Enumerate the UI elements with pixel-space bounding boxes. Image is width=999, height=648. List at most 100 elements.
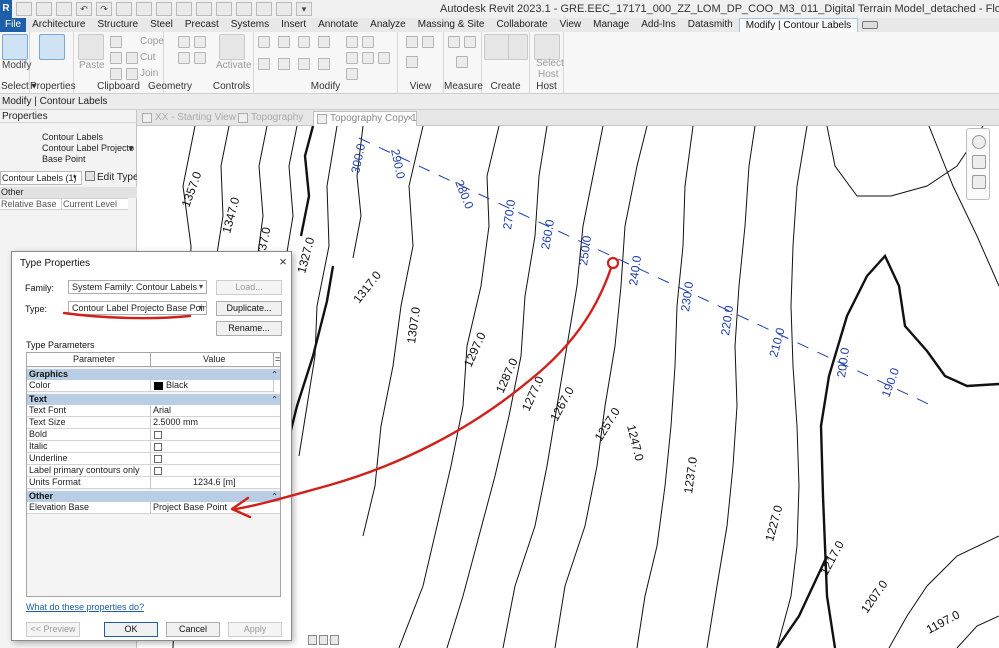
param-row-bold[interactable]: Bold: [27, 429, 280, 441]
align-icon[interactable]: [258, 36, 270, 48]
edit-type-button[interactable]: Edit Type: [85, 170, 139, 186]
view-tab-topography[interactable]: Topography: [235, 111, 313, 126]
paint-icon[interactable]: [178, 52, 190, 64]
underline-checkbox[interactable]: [154, 455, 162, 463]
tab-collaborate[interactable]: Collaborate: [490, 18, 553, 32]
property-group-other[interactable]: Other: [0, 187, 137, 198]
tab-structure[interactable]: Structure: [91, 18, 144, 32]
tab-steel[interactable]: Steel: [144, 18, 179, 32]
join-icon[interactable]: [126, 68, 138, 80]
tab-manage[interactable]: Manage: [587, 18, 635, 32]
property-row-relative-base[interactable]: Relative Base Current Level: [0, 198, 128, 210]
param-row-color[interactable]: Color Black: [27, 380, 280, 392]
tab-systems[interactable]: Systems: [225, 18, 275, 32]
column-header-extra[interactable]: =: [275, 353, 280, 366]
mirror-draw-icon[interactable]: [318, 36, 330, 48]
steering-wheel-icon[interactable]: [972, 135, 986, 149]
revit-logo[interactable]: R: [0, 0, 12, 18]
save-icon[interactable]: [36, 2, 52, 16]
wall-joins-icon[interactable]: [178, 36, 190, 48]
sync-icon[interactable]: [56, 2, 72, 16]
trim-icon[interactable]: [318, 58, 330, 70]
tab-precast[interactable]: Precast: [179, 18, 225, 32]
apply-button[interactable]: Apply: [228, 622, 282, 637]
hide-in-view-icon[interactable]: [406, 36, 418, 48]
cut-geometry-icon[interactable]: [126, 52, 138, 64]
aligned-dimension-icon[interactable]: [464, 36, 476, 48]
tab-annotate[interactable]: Annotate: [312, 18, 364, 32]
undo-icon[interactable]: ↶: [76, 2, 92, 16]
group-other[interactable]: Other ⌃: [27, 491, 280, 502]
tag-icon[interactable]: [156, 2, 172, 16]
print-icon[interactable]: [116, 2, 132, 16]
tab-architecture[interactable]: Architecture: [26, 18, 91, 32]
rename-button[interactable]: Rename...: [216, 321, 282, 336]
chevron-down-icon[interactable]: ▼: [127, 144, 135, 153]
open-icon[interactable]: [16, 2, 32, 16]
array-icon[interactable]: [362, 36, 374, 48]
panel-select-label[interactable]: Select ▾: [0, 81, 37, 92]
close-hidden-icon[interactable]: [256, 2, 272, 16]
thin-lines-icon[interactable]: [236, 2, 252, 16]
offset-icon[interactable]: [278, 36, 290, 48]
scale-icon[interactable]: [346, 52, 358, 64]
cancel-button[interactable]: Cancel: [166, 622, 220, 637]
tab-massing-site[interactable]: Massing & Site: [412, 18, 491, 32]
measure-distance-icon[interactable]: [448, 36, 460, 48]
param-row-units-format[interactable]: Units Format 1234.6 [m]: [27, 477, 280, 489]
visual-style-icon[interactable]: [319, 635, 328, 645]
create-similar-icon[interactable]: [508, 34, 528, 60]
units-format-button[interactable]: 1234.6 [m]: [193, 477, 236, 488]
tab-file[interactable]: File: [0, 18, 27, 32]
tab-insert[interactable]: Insert: [275, 18, 312, 32]
group-text[interactable]: Text ⌃: [27, 394, 280, 405]
load-button[interactable]: Load...: [216, 280, 282, 295]
tab-add-ins[interactable]: Add-Ins: [635, 18, 681, 32]
split-icon[interactable]: [346, 36, 358, 48]
instance-filter-dropdown[interactable]: Contour Labels (1) ▾: [0, 171, 82, 185]
properties-icon[interactable]: [39, 34, 65, 60]
spot-elevation-icon[interactable]: [456, 56, 468, 68]
tab-modify-contour-labels[interactable]: Modify | Contour Labels: [738, 18, 859, 32]
zoom-icon[interactable]: [972, 155, 986, 169]
override-graphics-icon[interactable]: [422, 36, 434, 48]
type-selector[interactable]: Contour Labels Contour Label Projecto Ba…: [0, 128, 137, 166]
3d-view-icon[interactable]: [196, 2, 212, 16]
activate-icon[interactable]: [219, 34, 245, 60]
linework-icon[interactable]: [406, 56, 418, 68]
column-header-parameter[interactable]: Parameter: [73, 353, 115, 366]
modify-icon[interactable]: [2, 34, 28, 60]
italic-checkbox[interactable]: [154, 443, 162, 451]
param-row-underline[interactable]: Underline: [27, 453, 280, 465]
param-row-italic[interactable]: Italic: [27, 441, 280, 453]
measure-icon[interactable]: [136, 2, 152, 16]
zoom-options-icon[interactable]: [972, 175, 986, 189]
type-dropdown[interactable]: Contour Label Projecto Base Point ▾: [68, 301, 207, 315]
mirror-axis-icon[interactable]: [298, 36, 310, 48]
scale-icon[interactable]: [308, 635, 317, 645]
demolish-icon[interactable]: [194, 52, 206, 64]
copy-icon[interactable]: [278, 58, 290, 70]
text-icon[interactable]: [176, 2, 192, 16]
close-icon[interactable]: ×: [407, 112, 413, 126]
delete-icon[interactable]: [346, 68, 358, 80]
view-tab-starting-view[interactable]: XX - Starting View: [139, 111, 236, 126]
column-header-value[interactable]: Value: [203, 353, 225, 366]
param-row-label-primary[interactable]: Label primary contours only: [27, 465, 280, 477]
group-graphics[interactable]: Graphics ⌃: [27, 369, 280, 380]
param-row-text-font[interactable]: Text Font Arial: [27, 405, 280, 417]
paste-icon[interactable]: [78, 34, 104, 60]
ribbon-toggle[interactable]: [858, 18, 882, 32]
rotate-icon[interactable]: [298, 58, 310, 70]
help-link[interactable]: What do these properties do?: [26, 602, 144, 612]
tab-datasmith[interactable]: Datasmith: [682, 18, 739, 32]
split-face-icon[interactable]: [194, 36, 206, 48]
param-row-elevation-base[interactable]: Elevation Base Project Base Point: [27, 502, 280, 514]
select-host-icon[interactable]: [534, 34, 560, 60]
tab-analyze[interactable]: Analyze: [364, 18, 412, 32]
cope-icon[interactable]: [110, 36, 122, 48]
param-row-text-size[interactable]: Text Size 2.5000 mm: [27, 417, 280, 429]
tab-view[interactable]: View: [554, 18, 588, 32]
duplicate-button[interactable]: Duplicate...: [216, 301, 282, 316]
create-group-icon[interactable]: [484, 34, 510, 60]
